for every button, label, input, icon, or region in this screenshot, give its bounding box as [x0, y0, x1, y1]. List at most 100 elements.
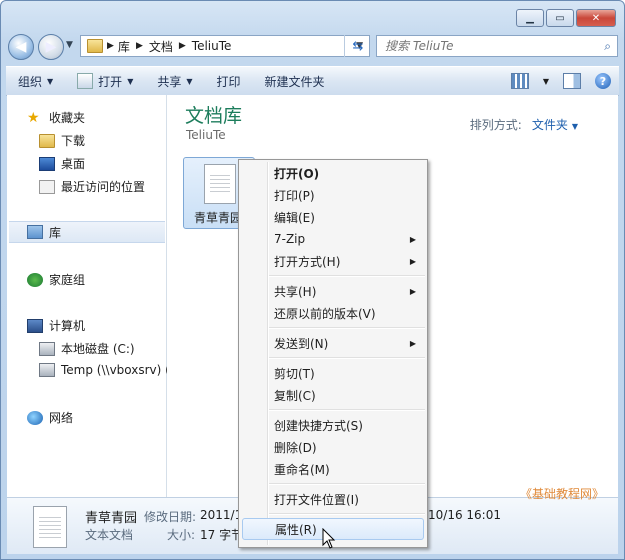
forward-button[interactable]: ▶ [38, 34, 64, 60]
menu-item-label: 打开文件位置(I) [274, 492, 359, 507]
submenu-arrow-icon: ▶ [409, 286, 416, 296]
menu-item-open[interactable]: 打开(O) [242, 162, 424, 184]
details-size-label: 大小: [167, 528, 196, 542]
mouse-cursor-icon [322, 528, 336, 549]
chevron-down-icon[interactable]: ▼ [572, 122, 578, 131]
share-button[interactable]: 共享 ▼ [145, 73, 204, 90]
recent-places-icon [39, 179, 55, 194]
chevron-down-icon: ▼ [186, 76, 193, 86]
close-button[interactable]: ✕ [576, 9, 616, 27]
breadcrumb: 库 ▶ 文档 ▶ TeliuTe [114, 38, 232, 55]
details-size-value: 17 字节 [200, 528, 244, 542]
menu-item-cut[interactable]: 剪切(T) [242, 362, 424, 384]
chevron-right-icon[interactable]: ▶ [136, 41, 143, 51]
sidebar-item-temp-drive[interactable]: Temp (\\vboxsrv) ( [39, 363, 170, 377]
sidebar-item-libraries[interactable]: 库 [9, 221, 165, 243]
homegroup-icon [27, 272, 43, 287]
sidebar-item-label: 库 [49, 225, 62, 240]
menu-item-open-with[interactable]: 打开方式(H) ▶ [242, 250, 424, 272]
folder-icon [39, 133, 55, 148]
menu-item-print[interactable]: 打印(P) [242, 184, 424, 206]
menu-item-edit[interactable]: 编辑(E) [242, 206, 424, 228]
menu-separator [269, 483, 425, 485]
sidebar-item-local-disk[interactable]: 本地磁盘 (C:) [39, 340, 135, 357]
sidebar-item-label: 本地磁盘 (C:) [61, 342, 135, 356]
open-button[interactable]: 打开 ▼ [65, 73, 145, 90]
chevron-down-icon[interactable]: ▼ [543, 77, 549, 86]
text-document-icon [33, 506, 67, 548]
context-menu: 打开(O) 打印(P) 编辑(E) 7-Zip ▶ 打开方式(H) ▶ 共享(H) ▶… [238, 159, 428, 548]
details-file-type: 文本文档 [85, 528, 134, 542]
organize-button[interactable]: 组织 ▼ [6, 73, 65, 90]
arrange-value-link[interactable]: 文件夹 [532, 118, 568, 132]
search-input[interactable] [383, 38, 597, 54]
menu-item-label: 删除(D) [274, 440, 317, 455]
sidebar-item-downloads[interactable]: 下载 [39, 132, 85, 149]
menu-item-create-shortcut[interactable]: 创建快捷方式(S) [242, 414, 424, 436]
print-label: 打印 [216, 74, 241, 89]
menu-item-open-file-location[interactable]: 打开文件位置(I) [242, 488, 424, 510]
preview-pane-icon[interactable] [563, 73, 581, 89]
search-icon[interactable]: ⌕ [604, 39, 611, 54]
menu-item-label: 编辑(E) [274, 210, 315, 225]
menu-item-7zip[interactable]: 7-Zip ▶ [242, 228, 424, 250]
details-file-name: 青草青园 [85, 511, 138, 526]
help-icon[interactable]: ? [595, 73, 611, 89]
sidebar-item-favorites[interactable]: ★ 收藏夹 [27, 109, 85, 126]
view-controls: ▼ ? [510, 73, 619, 89]
drive-icon [39, 341, 55, 356]
breadcrumb-libraries[interactable]: 库 [118, 38, 130, 55]
menu-separator [269, 327, 425, 329]
submenu-arrow-icon: ▶ [409, 338, 416, 348]
chevron-right-icon[interactable]: ▶ [179, 41, 186, 51]
menu-item-copy[interactable]: 复制(C) [242, 384, 424, 406]
details-modified-value-tail: 10/16 16:01 [428, 508, 501, 522]
breadcrumb-documents[interactable]: 文档 [149, 38, 173, 55]
print-button[interactable]: 打印 [205, 73, 253, 90]
chevron-down-icon: ▼ [47, 76, 54, 86]
refresh-button[interactable]: ⇆ [344, 35, 371, 57]
new-folder-button[interactable]: 新建文件夹 [253, 73, 337, 90]
view-icon[interactable] [510, 73, 529, 89]
menu-item-rename[interactable]: 重命名(M) [242, 458, 424, 480]
sidebar-item-label: 桌面 [61, 157, 86, 171]
organize-label: 组织 [18, 74, 43, 89]
menu-item-label: 打开(O) [274, 166, 320, 181]
sidebar-item-homegroup[interactable]: 家庭组 [27, 271, 85, 288]
menu-separator [269, 409, 425, 411]
menu-item-send-to[interactable]: 发送到(N) ▶ [242, 332, 424, 354]
menu-separator [269, 513, 425, 515]
sidebar-item-label: 最近访问的位置 [61, 180, 146, 194]
sidebar-item-label: 家庭组 [49, 273, 86, 287]
menu-item-restore-previous-versions[interactable]: 还原以前的版本(V) [242, 302, 424, 324]
details-modified-label: 修改日期: [144, 510, 197, 524]
maximize-button[interactable]: ▭ [546, 9, 574, 27]
library-icon [27, 225, 43, 239]
menu-item-delete[interactable]: 删除(D) [242, 436, 424, 458]
sidebar-item-network[interactable]: 网络 [27, 409, 73, 426]
notepad-icon [77, 73, 94, 89]
search-box[interactable]: ⌕ [376, 35, 618, 57]
sidebar-item-label: 网络 [49, 411, 74, 425]
minimize-button[interactable]: ▁ [516, 9, 544, 27]
menu-item-label: 创建快捷方式(S) [274, 418, 363, 433]
menu-item-label: 共享(H) [274, 284, 317, 299]
sidebar-item-computer[interactable]: 计算机 [27, 317, 85, 334]
network-drive-icon [39, 363, 55, 377]
sidebar-item-recent[interactable]: 最近访问的位置 [39, 178, 145, 195]
recent-pages-dropdown[interactable]: ▼ [66, 40, 73, 50]
menu-item-label: 复制(C) [274, 388, 316, 403]
sidebar-item-desktop[interactable]: 桌面 [39, 155, 85, 172]
submenu-arrow-icon: ▶ [409, 256, 416, 266]
back-button[interactable]: ◀ [8, 34, 34, 60]
menu-item-label: 7-Zip [274, 232, 306, 246]
menu-item-label: 属性(R) [275, 522, 317, 537]
sidebar-item-label: 收藏夹 [49, 111, 86, 125]
menu-item-label: 还原以前的版本(V) [274, 306, 376, 321]
breadcrumb-teliute[interactable]: TeliuTe [192, 39, 232, 53]
text-document-icon [204, 164, 236, 204]
menu-item-share[interactable]: 共享(H) ▶ [242, 280, 424, 302]
menu-item-label: 剪切(T) [274, 366, 315, 381]
address-bar[interactable]: ▶ 库 ▶ 文档 ▶ TeliuTe ▼ [80, 35, 370, 57]
chevron-right-icon[interactable]: ▶ [107, 41, 114, 51]
